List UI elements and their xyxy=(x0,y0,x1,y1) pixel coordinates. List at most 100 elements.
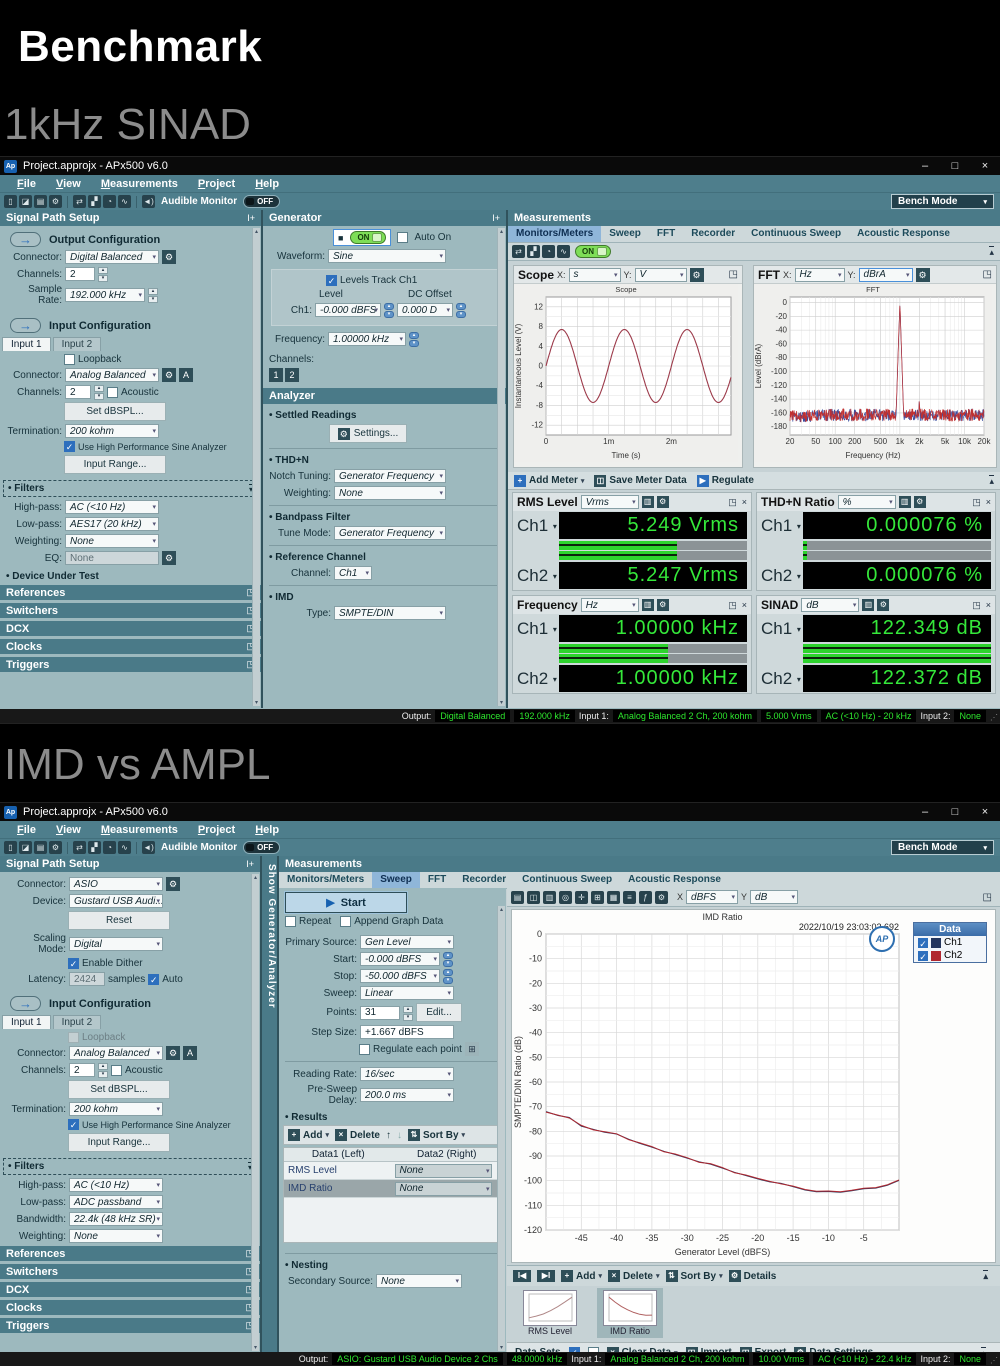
scrollbar[interactable] xyxy=(251,874,259,1351)
dock-icon[interactable]: I+ xyxy=(492,213,500,223)
titlebar[interactable]: Ap Project.approjx - APx500 v6.0 – □ × xyxy=(0,157,1000,175)
delete-data-button[interactable]: ×Delete▾ xyxy=(608,1270,660,1282)
high-pass-select[interactable]: AC (<10 Hz) xyxy=(69,1178,163,1192)
close-icon[interactable]: × xyxy=(986,497,991,508)
menu-file[interactable]: File xyxy=(8,824,45,836)
channel-1-button[interactable]: 1 xyxy=(269,368,283,382)
set-dbspl-button[interactable]: Set dBSPL... xyxy=(64,402,166,421)
generator-header[interactable]: GeneratorI+ xyxy=(263,210,506,226)
bench-mode-button[interactable]: Bench Mode▾ xyxy=(891,194,994,209)
details-button[interactable]: ⚙Details xyxy=(729,1270,777,1282)
menu-file[interactable]: File xyxy=(8,178,45,190)
output-connector-select[interactable]: ASIO xyxy=(69,877,163,891)
input-connector-select[interactable]: Analog Balanced xyxy=(69,1046,163,1060)
menu-measurements[interactable]: Measurements xyxy=(92,178,187,190)
start-button[interactable]: ▶Start xyxy=(285,892,407,913)
cursor-icon[interactable]: ≡ xyxy=(623,891,636,904)
menu-view[interactable]: View xyxy=(47,178,90,190)
sample-rate-select[interactable]: 192.000 kHz xyxy=(65,288,145,302)
reset-button[interactable]: Reset xyxy=(68,911,170,930)
frequency-unit-select[interactable]: Hz xyxy=(581,598,639,612)
input-advanced-icon[interactable]: A xyxy=(183,1046,197,1060)
popout-icon[interactable]: ◳ xyxy=(972,497,981,508)
notch-tuning-select[interactable]: Generator Frequency xyxy=(334,469,446,483)
latency-auto-checkbox[interactable] xyxy=(148,974,159,985)
settings-icon[interactable]: ⚙ xyxy=(49,195,62,208)
tab-continuous-sweep[interactable]: Continuous Sweep xyxy=(743,226,849,242)
save-meter-data-button[interactable]: ◫Save Meter Data xyxy=(594,475,686,487)
filters-section-header[interactable]: Filters▾ xyxy=(3,480,258,497)
frequency-select[interactable]: 1.00000 kHz xyxy=(328,332,406,346)
add-meter-button[interactable]: +Add Meter▾ xyxy=(514,475,584,487)
function-icon[interactable]: ƒ xyxy=(639,891,652,904)
tab-recorder[interactable]: Recorder xyxy=(683,226,743,242)
sequence-icon[interactable]: ▞ xyxy=(88,195,101,208)
scope-settings-icon[interactable]: ⚙ xyxy=(690,268,704,282)
bandwidth-select[interactable]: 22.4k (48 kHz SR) xyxy=(69,1212,163,1226)
high-performance-sine-checkbox[interactable] xyxy=(64,441,75,452)
copy-graph-icon[interactable]: ◫ xyxy=(527,891,540,904)
frequency-stepper[interactable]: ▴▾ xyxy=(409,332,419,346)
analyzer-header[interactable]: Analyzer xyxy=(263,388,506,404)
save-icon[interactable]: ▤ xyxy=(34,195,47,208)
close-icon[interactable]: × xyxy=(742,600,747,611)
move-down-icon[interactable]: ↓ xyxy=(397,1130,402,1141)
set-dbspl-button[interactable]: Set dBSPL... xyxy=(68,1080,170,1099)
ch1-selector[interactable]: Ch1 ▾ xyxy=(761,516,803,536)
input-range-button[interactable]: Input Range... xyxy=(64,455,166,474)
high-performance-sine-checkbox[interactable] xyxy=(68,1119,79,1130)
bench-mode-button[interactable]: Bench Mode▾ xyxy=(891,840,994,855)
add-result-button[interactable]: +Add▾ xyxy=(288,1129,329,1141)
scope-x-units-select[interactable]: s xyxy=(569,268,621,282)
sort-by-button[interactable]: ⇅Sort By▾ xyxy=(408,1129,465,1141)
sidebar-item-triggers[interactable]: Triggers◳ xyxy=(0,1318,260,1333)
sort-by-button[interactable]: ⇅Sort By▾ xyxy=(666,1270,723,1282)
levels-track-checkbox[interactable] xyxy=(326,275,337,286)
resize-grip[interactable]: ⋰ xyxy=(990,1356,998,1365)
sidebar-item-references[interactable]: References◳ xyxy=(0,1246,260,1261)
termination-select[interactable]: 200 kohm xyxy=(69,1102,163,1116)
signal-icon[interactable]: ∿ xyxy=(118,195,131,208)
sidebar-item-clocks[interactable]: Clocks◳ xyxy=(0,639,261,654)
low-pass-select[interactable]: AES17 (20 kHz) xyxy=(65,517,159,531)
fft-popout-icon[interactable]: ◳ xyxy=(983,269,992,280)
ch1-level-stepper[interactable]: ▴▾ xyxy=(384,303,394,317)
ch1-selector[interactable]: Ch1 ▾ xyxy=(761,619,803,639)
scope-popout-icon[interactable]: ◳ xyxy=(729,269,738,280)
scrollbar[interactable] xyxy=(497,906,505,1351)
input-channels-field[interactable]: 2 xyxy=(65,385,91,399)
save-graph-icon[interactable]: ▤ xyxy=(511,891,524,904)
print-icon[interactable]: ▥ xyxy=(543,891,556,904)
zoom-icon[interactable]: ◎ xyxy=(559,891,572,904)
termination-select[interactable]: 200 kohm xyxy=(65,424,159,438)
secondary-source-select[interactable]: None xyxy=(376,1274,462,1288)
rms-data2-select[interactable]: None xyxy=(395,1164,493,1178)
tab-input-1[interactable]: Input 1 xyxy=(2,1015,51,1029)
close-button[interactable]: × xyxy=(970,806,1000,818)
legend-row-ch2[interactable]: Ch2 xyxy=(914,949,986,962)
minimize-button[interactable]: – xyxy=(910,806,940,818)
acoustic-checkbox[interactable] xyxy=(107,387,118,398)
collapse-icon[interactable]: ▴ xyxy=(989,475,994,487)
popout-icon[interactable]: ◳ xyxy=(728,600,737,611)
speaker-icon[interactable]: ◄) xyxy=(142,195,155,208)
save-icon[interactable]: ▤ xyxy=(34,841,47,854)
auto-on-checkbox[interactable] xyxy=(397,232,408,243)
sinad-unit-select[interactable]: dB xyxy=(801,598,859,612)
pan-icon[interactable]: ✛ xyxy=(575,891,588,904)
ch2-selector[interactable]: Ch2 ▾ xyxy=(517,669,559,689)
tab-sweep[interactable]: Sweep xyxy=(601,226,649,242)
sweep-stop-select[interactable]: -50.000 dBFS xyxy=(360,969,440,983)
meter-style-icon[interactable]: ▥ xyxy=(862,599,874,611)
channel-2-button[interactable]: 2 xyxy=(285,368,299,382)
imd-data2-select[interactable]: None xyxy=(395,1182,493,1196)
resize-grip[interactable]: ⋰ xyxy=(990,713,998,722)
thumbnail-imd-ratio[interactable]: IMD Ratio xyxy=(597,1288,663,1338)
collapse-icon[interactable]: ▴ xyxy=(989,246,994,258)
signal-icon[interactable]: ∿ xyxy=(118,841,131,854)
clock-icon[interactable]: ◔ xyxy=(103,195,116,208)
delete-result-button[interactable]: ×Delete xyxy=(335,1129,380,1141)
edit-points-button[interactable]: Edit... xyxy=(416,1003,462,1022)
bandpass-filter-header[interactable]: Bandpass Filter xyxy=(269,512,502,523)
grid-icon[interactable]: ▦ xyxy=(607,891,620,904)
